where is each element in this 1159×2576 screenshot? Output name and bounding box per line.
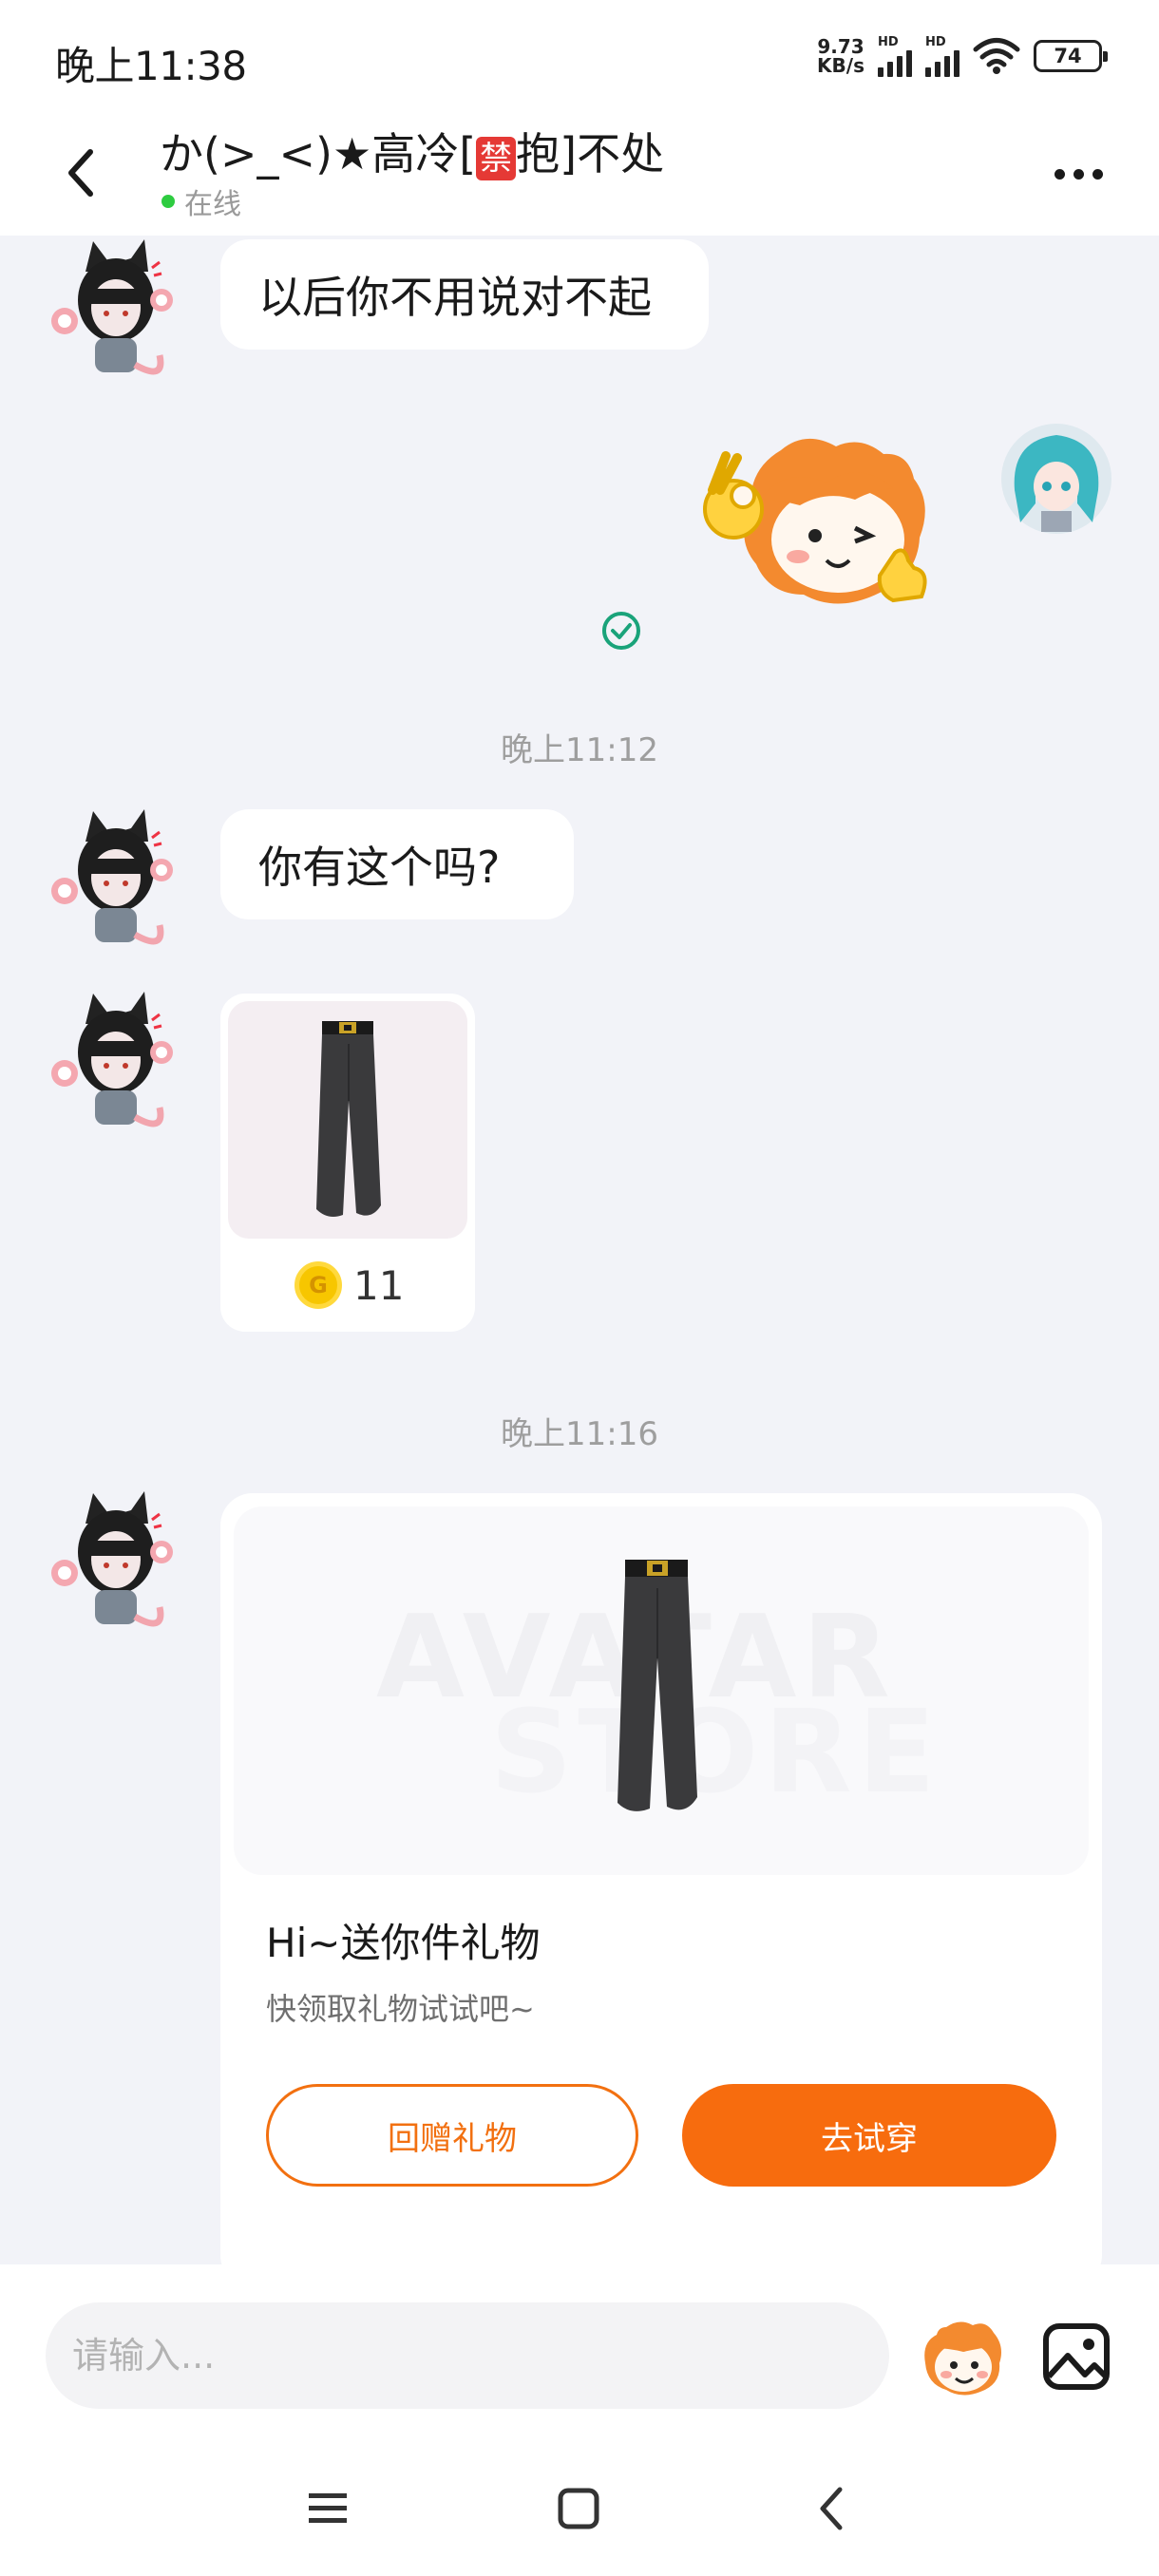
nav-back-button[interactable] — [798, 2475, 864, 2542]
partner-avatar[interactable] — [48, 992, 175, 1134]
coin-icon: G — [294, 1261, 342, 1309]
network-speed-unit: KB/s — [817, 54, 864, 77]
hd-label-2: HD — [925, 34, 946, 49]
product-card[interactable]: G 11 — [220, 994, 475, 1332]
gift-card[interactable]: AVATAR STORE Hi~送你件礼物 快领取礼物试试吧~ 回赠礼物 去试穿 — [220, 1493, 1102, 2264]
chat-title: か(>_<)★高冷[禁抱]不处 — [160, 120, 664, 182]
my-avatar[interactable] — [1001, 424, 1112, 534]
home-icon — [558, 2488, 599, 2529]
product-price: G 11 — [294, 1261, 404, 1309]
read-check-icon — [602, 612, 640, 650]
gift-subtitle: 快领取礼物试试吧~ — [266, 1991, 535, 2027]
online-status-label: 在线 — [184, 188, 241, 221]
emoji-sticker-icon[interactable] — [920, 2314, 1005, 2399]
status-time: 晚上11:38 — [55, 43, 247, 89]
battery-level: 74 — [1054, 45, 1082, 67]
gift-pants-image — [618, 1560, 697, 1811]
chat-title-text-end: 抱]不处 — [516, 128, 665, 180]
system-nav-bar — [0, 2439, 1159, 2576]
timestamp-divider: 晚上11:12 — [501, 731, 658, 769]
watermark-text-2: STORE — [490, 1687, 941, 1819]
back-nav-icon — [820, 2487, 843, 2530]
chat-header: か(>_<)★高冷[禁抱]不处 在线 — [0, 112, 1159, 236]
battery-icon: 74 — [1034, 40, 1108, 72]
partner-avatar[interactable] — [48, 1491, 175, 1634]
menu-button[interactable] — [294, 2475, 361, 2542]
price-value: 11 — [353, 1261, 405, 1309]
pants-image — [316, 1021, 381, 1217]
home-button[interactable] — [545, 2475, 612, 2542]
ok-sticker-image[interactable] — [694, 433, 940, 623]
chat-messages[interactable]: 以后你不用说对不起 晚上11:12 你有这个吗? G 11 晚上11:16 ST… — [0, 236, 1159, 2264]
return-gift-button[interactable]: 回赠礼物 — [266, 2084, 638, 2187]
more-options-button[interactable] — [1045, 150, 1112, 198]
message-input[interactable] — [46, 2302, 889, 2409]
gift-title: Hi~送你件礼物 — [266, 1920, 541, 1966]
back-arrow-icon — [68, 149, 93, 197]
message-text: 你有这个吗? — [258, 842, 501, 893]
message-bubble-received[interactable]: 你有这个吗? — [220, 809, 574, 919]
try-on-button[interactable]: 去试穿 — [682, 2084, 1056, 2187]
status-bar: 晚上11:38 9.73 KB/s HD HD 74 — [0, 0, 1159, 112]
menu-icon — [309, 2493, 347, 2523]
chat-title-text-start: か(>_<)★高冷[ — [160, 128, 477, 180]
partner-avatar[interactable] — [48, 239, 175, 382]
product-thumbnail — [228, 1001, 467, 1239]
online-status: 在线 — [162, 180, 241, 222]
image-icon[interactable] — [1041, 2321, 1112, 2392]
signal-icon: HD — [878, 36, 912, 77]
timestamp-divider: 晚上11:16 — [501, 1415, 658, 1453]
status-icons: 9.73 KB/s HD HD 74 — [817, 32, 1108, 80]
wifi-icon — [973, 38, 1020, 74]
hd-label: HD — [878, 34, 899, 49]
partner-avatar[interactable] — [48, 809, 175, 952]
back-button[interactable] — [48, 135, 114, 211]
forbidden-emoji-badge: 禁 — [476, 137, 517, 180]
gift-image-area: AVATAR STORE — [234, 1506, 1089, 1875]
network-speed-value: 9.73 — [817, 35, 864, 58]
online-dot-icon — [162, 195, 175, 208]
message-bubble-received[interactable]: 以后你不用说对不起 — [220, 239, 709, 350]
more-dots-icon — [1054, 168, 1065, 180]
input-bar — [0, 2264, 1159, 2439]
message-text: 以后你不用说对不起 — [258, 272, 652, 323]
network-speed: 9.73 KB/s — [817, 37, 864, 75]
signal-icon-2: HD — [925, 36, 960, 77]
